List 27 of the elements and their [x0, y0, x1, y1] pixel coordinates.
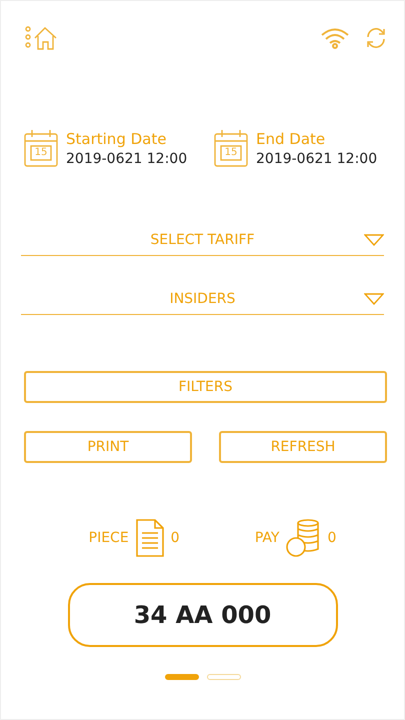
home-menu-icon[interactable]	[25, 25, 59, 51]
calendar-icon[interactable]	[214, 129, 248, 167]
counter-value: 0	[327, 530, 336, 546]
action-button[interactable]: REFRESH	[219, 431, 387, 463]
date-value[interactable]: 2019-0621 12:00	[66, 150, 188, 166]
action-button[interactable]: PRINT	[24, 431, 192, 463]
calendar-day: 15	[223, 147, 239, 159]
counter-value: 0	[170, 530, 180, 546]
caret-icon	[364, 234, 384, 246]
license-plate-field[interactable]: 34 AA 000	[68, 583, 338, 647]
page-indicator[interactable]	[164, 674, 198, 680]
counter-label: PIECE	[88, 530, 129, 546]
coins-icon	[286, 519, 320, 557]
refresh-icon[interactable]	[364, 26, 388, 50]
date-label: Starting Date	[66, 130, 168, 148]
caret-icon	[364, 293, 384, 305]
calendar-icon[interactable]	[24, 129, 58, 167]
calendar-day: 15	[33, 147, 49, 159]
filters-button[interactable]: FILTERS	[24, 371, 387, 403]
dropdown-field[interactable]: SELECT TARIFF	[21, 225, 384, 256]
document-icon	[136, 519, 164, 557]
wifi-icon[interactable]	[320, 27, 350, 49]
date-label: End Date	[256, 130, 326, 148]
date-value[interactable]: 2019-0621 12:00	[256, 150, 378, 166]
dropdown-field[interactable]: INSIDERS	[21, 284, 384, 315]
page-indicator[interactable]	[206, 674, 240, 680]
counter-label: PAY	[254, 530, 280, 546]
